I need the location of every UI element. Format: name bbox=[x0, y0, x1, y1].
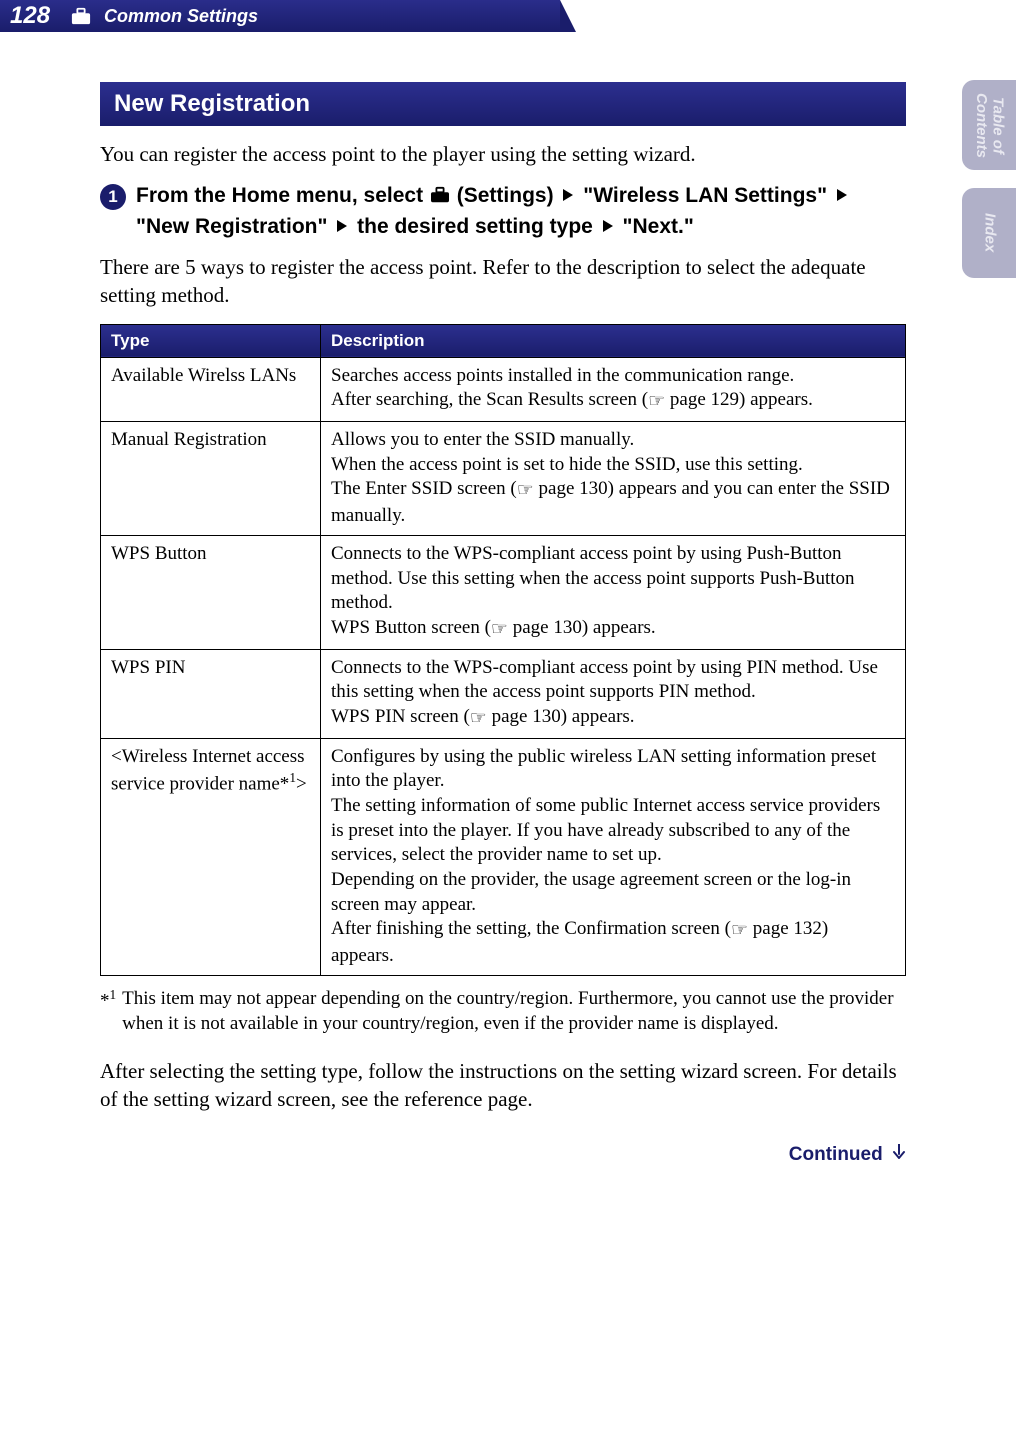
tab-table-of-contents[interactable]: Table of Contents bbox=[962, 80, 1016, 170]
desc-cell: Searches access points installed in the … bbox=[321, 357, 906, 421]
page-ref[interactable]: 130 bbox=[532, 706, 561, 727]
page-number: 128 bbox=[10, 2, 50, 30]
table-row: <Wireless Internet access service provid… bbox=[101, 738, 906, 975]
page-ref[interactable]: 129 bbox=[711, 389, 740, 410]
down-arrow-icon bbox=[892, 1144, 906, 1168]
table-header-type: Type bbox=[101, 324, 321, 357]
page-ref[interactable]: 132 bbox=[793, 918, 822, 939]
desc-cell: Configures by using the public wireless … bbox=[321, 738, 906, 975]
step-text-f: "Next." bbox=[623, 215, 694, 238]
table-row: WPS Button Connects to the WPS-compliant… bbox=[101, 535, 906, 649]
page-header-left: 128 Common Settings bbox=[0, 0, 560, 32]
closing-text: After selecting the setting type, follow… bbox=[100, 1057, 906, 1114]
type-cell: <Wireless Internet access service provid… bbox=[101, 738, 321, 975]
step-1: 1 From the Home menu, select (Settings) … bbox=[100, 182, 906, 241]
arrow-icon bbox=[603, 220, 613, 232]
after-step-text: There are 5 ways to register the access … bbox=[100, 253, 906, 310]
continued-indicator: Continued bbox=[100, 1144, 906, 1168]
continued-label: Continued bbox=[789, 1144, 883, 1165]
settings-icon bbox=[429, 186, 457, 209]
heading-new-registration: New Registration bbox=[100, 82, 906, 126]
arrow-icon bbox=[837, 189, 847, 201]
reference-icon: ☞ bbox=[517, 480, 534, 501]
type-cell: WPS PIN bbox=[101, 649, 321, 738]
side-tabs: Table of Contents Index bbox=[962, 80, 1016, 296]
desc-cell: Connects to the WPS-compliant access poi… bbox=[321, 535, 906, 649]
table-row: WPS PIN Connects to the WPS-compliant ac… bbox=[101, 649, 906, 738]
step-text-b: (Settings) bbox=[457, 184, 560, 207]
type-cell: Available Wirelss LANs bbox=[101, 357, 321, 421]
reference-icon: ☞ bbox=[731, 920, 748, 941]
desc-cell: Allows you to enter the SSID manually. W… bbox=[321, 422, 906, 536]
footnote-marker: *1 bbox=[100, 986, 116, 1037]
step-text-a: From the Home menu, select bbox=[136, 184, 429, 207]
settings-icon bbox=[70, 6, 92, 26]
table-row: Available Wirelss LANs Searches access p… bbox=[101, 357, 906, 421]
footnote: *1 This item may not appear depending on… bbox=[100, 986, 906, 1037]
step-text-d: "New Registration" bbox=[136, 215, 333, 238]
desc-line: When the access point is set to hide the… bbox=[331, 454, 803, 475]
desc-line: Searches access points installed in the … bbox=[331, 365, 794, 386]
desc-line: Configures by using the public wireless … bbox=[331, 746, 876, 792]
step-instruction: From the Home menu, select (Settings) "W… bbox=[136, 182, 906, 241]
table-row: Manual Registration Allows you to enter … bbox=[101, 422, 906, 536]
desc-line: The setting information of some public I… bbox=[331, 795, 880, 865]
reference-icon: ☞ bbox=[491, 619, 508, 640]
section-title: Common Settings bbox=[104, 6, 258, 27]
registration-type-table: Type Description Available Wirelss LANs … bbox=[100, 324, 906, 976]
arrow-icon bbox=[563, 189, 573, 201]
desc-cell: Connects to the WPS-compliant access poi… bbox=[321, 649, 906, 738]
reference-icon: ☞ bbox=[648, 391, 665, 412]
desc-line: Connects to the WPS-compliant access poi… bbox=[331, 657, 878, 703]
page-content: New Registration You can register the ac… bbox=[0, 32, 1016, 1168]
desc-line: Allows you to enter the SSID manually. bbox=[331, 429, 634, 450]
arrow-icon bbox=[337, 220, 347, 232]
step-number-badge: 1 bbox=[100, 184, 126, 210]
desc-line: Depending on the provider, the usage agr… bbox=[331, 869, 851, 915]
type-cell: Manual Registration bbox=[101, 422, 321, 536]
page-ref[interactable]: 130 bbox=[553, 617, 582, 638]
type-cell: WPS Button bbox=[101, 535, 321, 649]
tab-index[interactable]: Index bbox=[962, 188, 1016, 278]
intro-text: You can register the access point to the… bbox=[100, 140, 906, 168]
step-text-e: the desired setting type bbox=[357, 215, 599, 238]
page-ref[interactable]: 130 bbox=[579, 478, 608, 499]
desc-line: Connects to the WPS-compliant access poi… bbox=[331, 543, 855, 613]
reference-icon: ☞ bbox=[470, 708, 487, 729]
page-header: 128 Common Settings bbox=[0, 0, 1016, 32]
step-text-c: "Wireless LAN Settings" bbox=[583, 184, 833, 207]
footnote-text: This item may not appear depending on th… bbox=[122, 986, 906, 1037]
table-header-description: Description bbox=[321, 324, 906, 357]
